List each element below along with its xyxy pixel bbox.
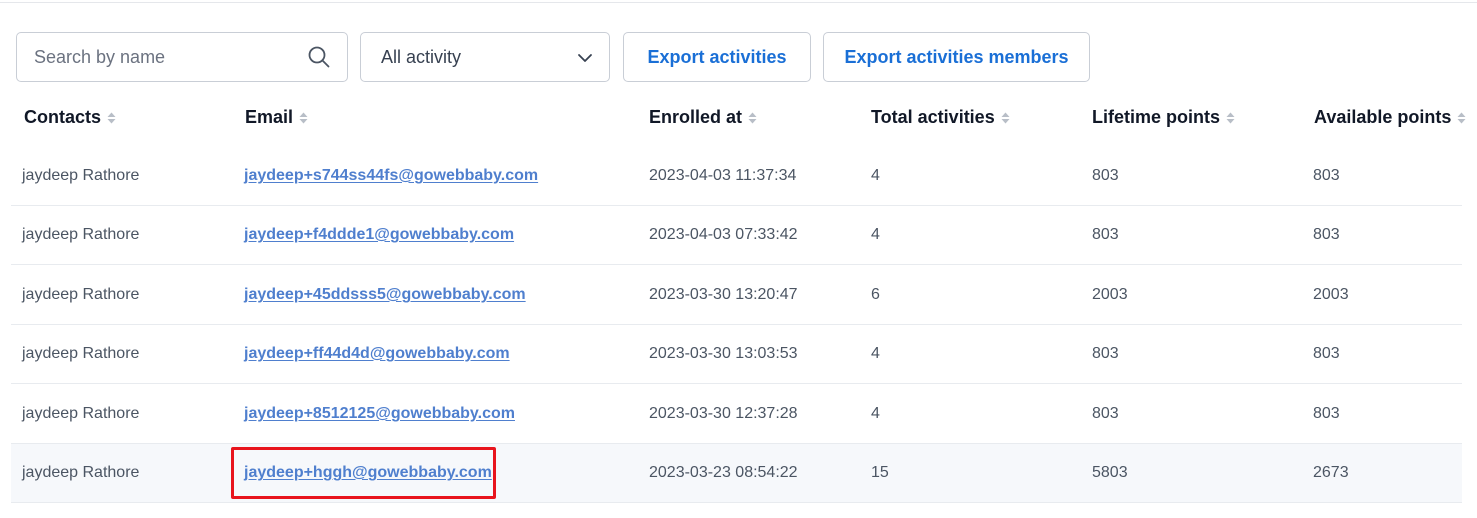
enrolled-at: 2023-03-30 13:03:53 xyxy=(649,345,798,362)
lifetime-points: 2003 xyxy=(1092,286,1128,303)
activity-filter-value: All activity xyxy=(381,47,462,67)
email-link[interactable]: jaydeep+8512125@gowebbaby.com xyxy=(244,405,515,423)
lifetime-points: 803 xyxy=(1092,345,1119,362)
column-header-available-points[interactable]: Available points xyxy=(1314,107,1466,128)
enrolled-at: 2023-04-03 11:37:34 xyxy=(649,167,797,184)
available-points: 803 xyxy=(1313,405,1340,422)
table-header: Contacts Email Enrolled at Total activit… xyxy=(0,100,1477,136)
total-activities: 4 xyxy=(871,345,880,362)
total-activities: 15 xyxy=(871,464,889,481)
export-activities-members-label: Export activities members xyxy=(844,46,1069,67)
activity-filter-select[interactable]: All activity xyxy=(360,32,610,82)
lifetime-points: 803 xyxy=(1092,167,1119,184)
sort-icon[interactable] xyxy=(1457,112,1466,124)
sort-icon[interactable] xyxy=(299,112,308,124)
sort-icon[interactable] xyxy=(748,112,757,124)
column-header-email[interactable]: Email xyxy=(245,107,308,128)
total-activities: 4 xyxy=(871,226,880,243)
email-link[interactable]: jaydeep+ff44d4d@gowebbaby.com xyxy=(244,345,510,363)
search-input[interactable] xyxy=(18,34,298,80)
total-activities: 4 xyxy=(871,405,880,422)
table-row[interactable]: jaydeep Rathore jaydeep+ff44d4d@gowebbab… xyxy=(11,325,1462,384)
lifetime-points: 5803 xyxy=(1092,464,1128,481)
email-link[interactable]: jaydeep+s744ss44fs@gowebbaby.com xyxy=(244,167,538,185)
search-box[interactable] xyxy=(16,32,348,82)
contact-name: jaydeep Rathore xyxy=(22,167,140,184)
column-header-lifetime-points[interactable]: Lifetime points xyxy=(1092,107,1235,128)
enrolled-at: 2023-03-23 08:54:22 xyxy=(649,464,798,481)
column-header-enrolled-at[interactable]: Enrolled at xyxy=(649,107,757,128)
available-points: 2003 xyxy=(1313,286,1349,303)
column-header-contacts[interactable]: Contacts xyxy=(24,107,116,128)
sort-icon[interactable] xyxy=(1226,112,1235,124)
table-row[interactable]: jaydeep Rathore jaydeep+hggh@gowebbaby.c… xyxy=(11,444,1462,503)
export-activities-label: Export activities xyxy=(647,46,787,67)
available-points: 803 xyxy=(1313,226,1340,243)
chevron-down-icon xyxy=(578,54,592,62)
toolbar: All activity Export activities Export ac… xyxy=(0,0,1477,90)
export-activities-members-button[interactable]: Export activities members xyxy=(823,32,1090,82)
email-link[interactable]: jaydeep+45ddsss5@gowebbaby.com xyxy=(244,286,526,304)
contact-name: jaydeep Rathore xyxy=(22,226,140,243)
search-icon[interactable] xyxy=(307,45,331,69)
available-points: 803 xyxy=(1313,345,1340,362)
column-header-label: Lifetime points xyxy=(1092,107,1221,127)
table-row[interactable]: jaydeep Rathore jaydeep+f4ddde1@gowebbab… xyxy=(11,206,1462,265)
enrolled-at: 2023-03-30 13:20:47 xyxy=(649,286,798,303)
available-points: 2673 xyxy=(1313,464,1349,481)
lifetime-points: 803 xyxy=(1092,405,1119,422)
contact-name: jaydeep Rathore xyxy=(22,286,140,303)
total-activities: 4 xyxy=(871,167,880,184)
contact-name: jaydeep Rathore xyxy=(22,464,140,481)
enrolled-at: 2023-04-03 07:33:42 xyxy=(649,226,798,243)
column-header-label: Contacts xyxy=(24,107,102,127)
email-link[interactable]: jaydeep+f4ddde1@gowebbaby.com xyxy=(244,226,514,244)
export-activities-button[interactable]: Export activities xyxy=(623,32,811,82)
contact-name: jaydeep Rathore xyxy=(22,405,140,422)
enrolled-at: 2023-03-30 12:37:28 xyxy=(649,405,798,422)
total-activities: 6 xyxy=(871,286,880,303)
column-header-label: Enrolled at xyxy=(649,107,743,127)
email-link[interactable]: jaydeep+hggh@gowebbaby.com xyxy=(244,464,492,482)
sort-icon[interactable] xyxy=(1001,112,1010,124)
column-header-label: Total activities xyxy=(871,107,995,127)
column-header-label: Email xyxy=(245,107,294,127)
sort-icon[interactable] xyxy=(107,112,116,124)
table-row[interactable]: jaydeep Rathore jaydeep+s744ss44fs@goweb… xyxy=(11,147,1462,206)
contact-name: jaydeep Rathore xyxy=(22,345,140,362)
table-row[interactable]: jaydeep Rathore jaydeep+45ddsss5@gowebba… xyxy=(11,266,1462,325)
available-points: 803 xyxy=(1313,167,1340,184)
table-row[interactable]: jaydeep Rathore jaydeep+8512125@gowebbab… xyxy=(11,385,1462,444)
column-header-total-activities[interactable]: Total activities xyxy=(871,107,1010,128)
column-header-label: Available points xyxy=(1314,107,1452,127)
lifetime-points: 803 xyxy=(1092,226,1119,243)
